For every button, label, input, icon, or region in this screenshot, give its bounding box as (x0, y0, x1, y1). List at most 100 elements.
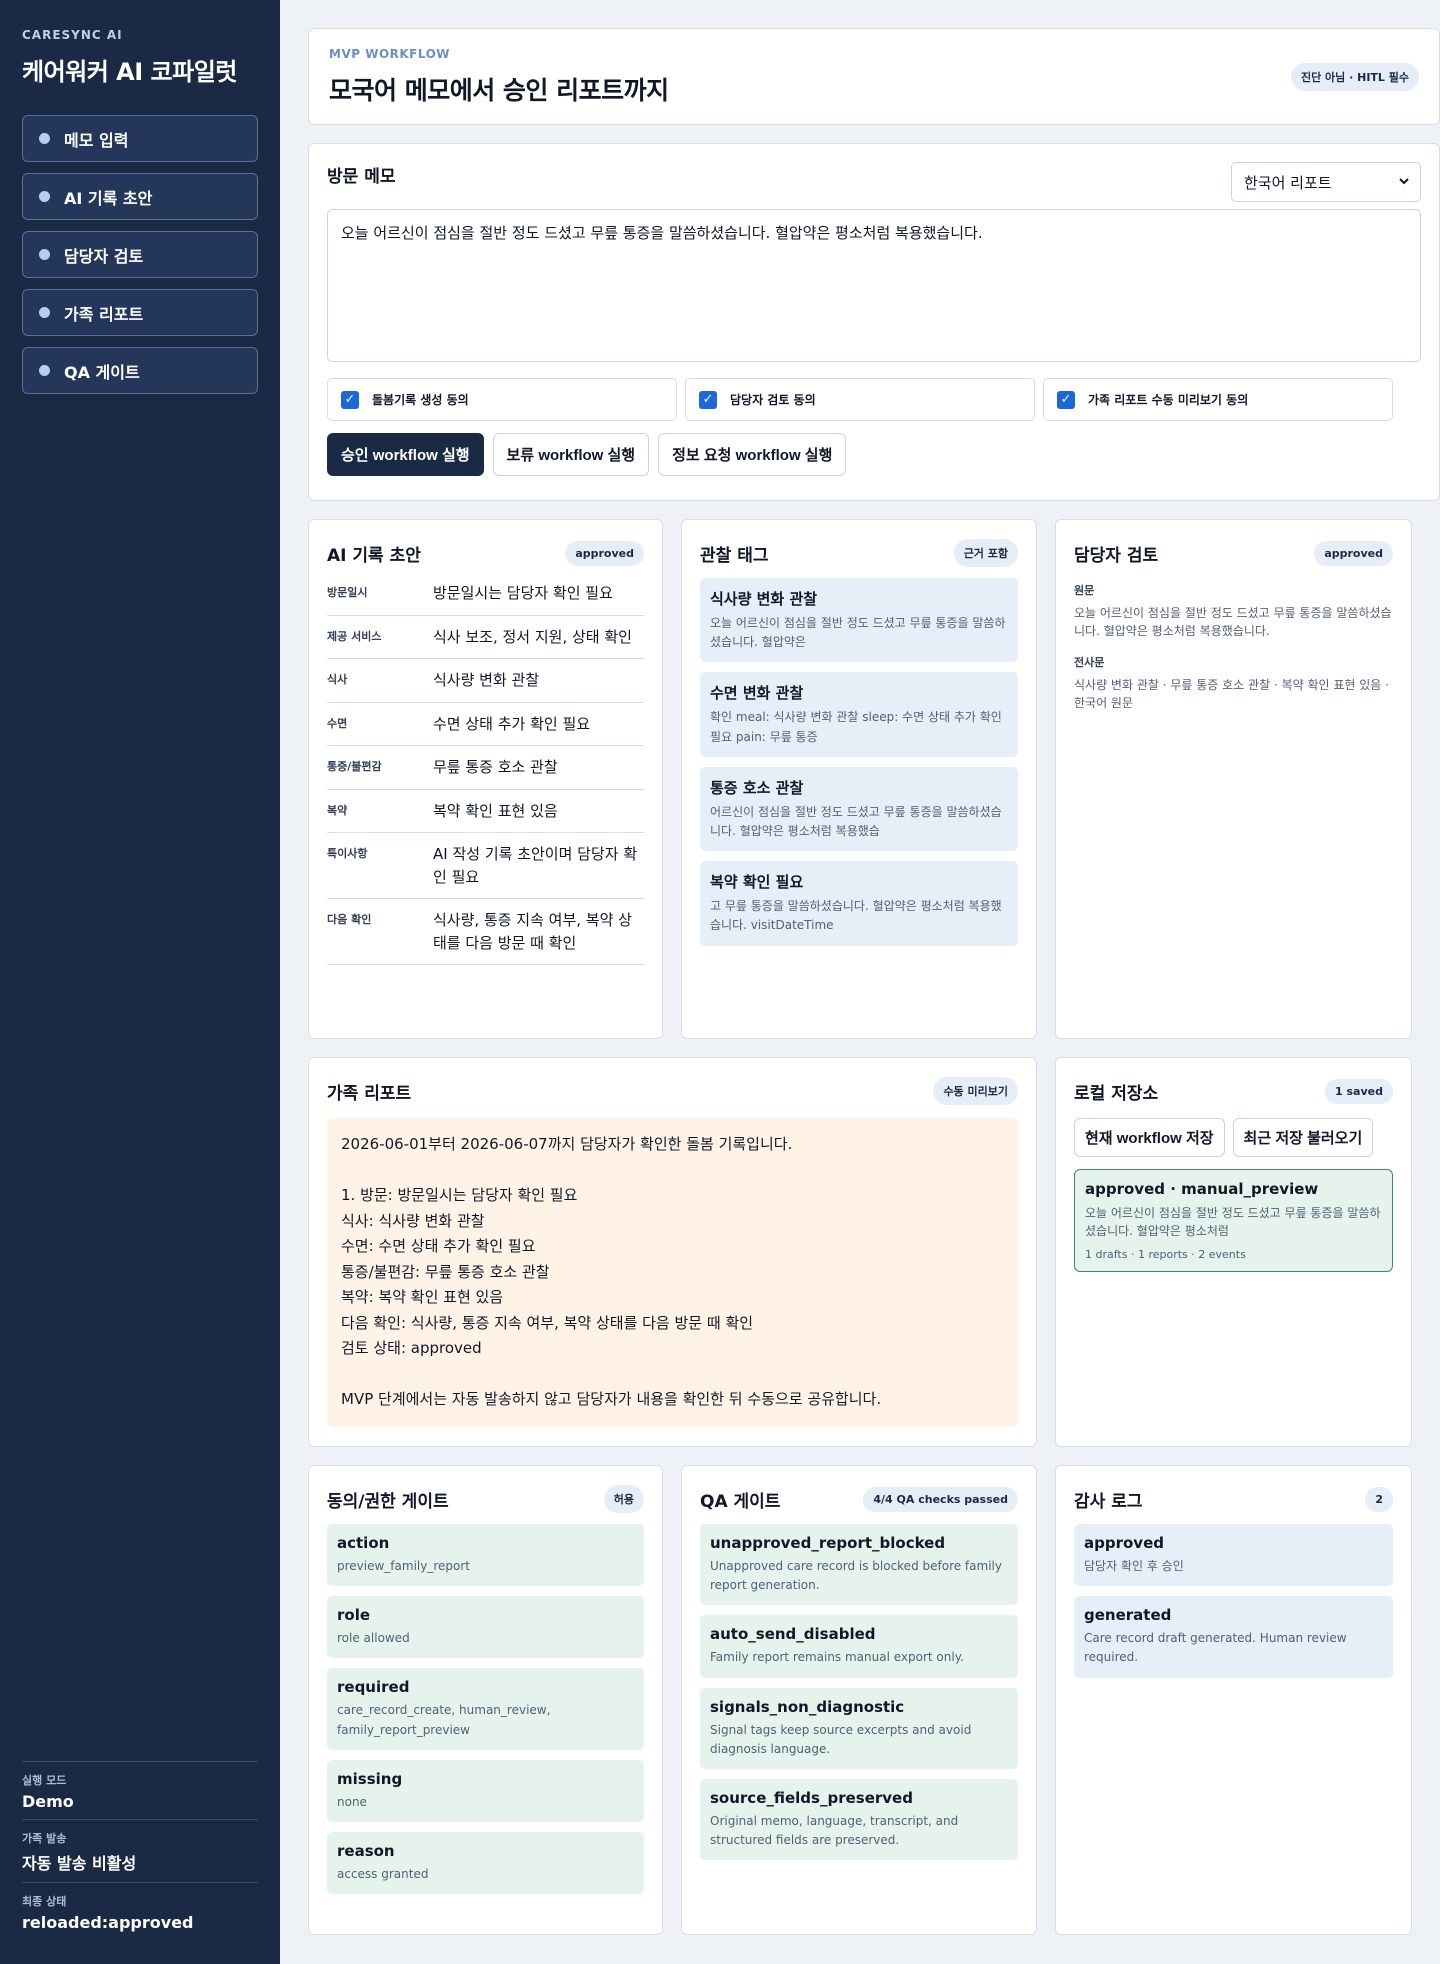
local-storage-card: 로컬 저장소 1 saved 현재 workflow 저장 최근 저장 불러오기… (1055, 1057, 1412, 1447)
draft-label: 방문일시 (327, 586, 368, 599)
gate-key: missing (337, 1769, 403, 1788)
nav-qa-gate[interactable]: QA 게이트 (22, 347, 258, 394)
gate-key: role (337, 1606, 371, 1625)
checkbox-checked-icon[interactable]: ✓ (341, 390, 359, 409)
run-hold-workflow-button[interactable]: 보류 workflow 실행 (492, 433, 650, 476)
load-recent-button[interactable]: 최근 저장 불러오기 (1232, 1118, 1374, 1157)
saved-workflow-item[interactable]: approved · manual_preview 오늘 어르신이 점심을 절반… (1074, 1169, 1393, 1272)
draft-fields: 방문일시 방문일시는 담당자 확인 필요 제공 서비스 식사 보조, 정서 지원, … (327, 572, 644, 965)
draft-row: 제공 서비스 식사 보조, 정서 지원, 상태 확인 (327, 616, 644, 659)
save-workflow-button[interactable]: 현재 workflow 저장 (1074, 1118, 1225, 1157)
nav-family-report[interactable]: 가족 리포트 (22, 289, 258, 336)
gate-key: action (337, 1534, 390, 1552)
stat-value: Demo (22, 1792, 74, 1811)
page-title: 모국어 메모에서 승인 리포트까지 (329, 76, 669, 105)
draft-value: 식사량, 통증 지속 여부, 복약 상태를 다음 방문 때 확인 (433, 911, 632, 952)
tags-badge: 근거 포함 (953, 539, 1018, 567)
draft-value: 무릎 통증 호소 관찰 (433, 758, 558, 776)
nav-label: AI 기록 초안 (64, 188, 153, 208)
checkbox-checked-icon[interactable]: ✓ (699, 390, 717, 409)
draft-row: 방문일시 방문일시는 담당자 확인 필요 (327, 572, 644, 616)
nav-label: 메모 입력 (64, 130, 129, 150)
qa-check-item: signals_non_diagnostic Signal tags keep s… (700, 1687, 1018, 1769)
brand-subtitle: CARESYNC AI (22, 28, 123, 42)
tag-excerpt: 확인 meal: 식사량 변화 관찰 sleep: 수면 상태 추가 확인 필요… (710, 710, 1002, 744)
tag-card: 통증 호소 관찰어르신이 점심을 절반 정도 드셨고 무릎 통증을 말씀하셨습니… (700, 766, 1018, 852)
qa-check-desc: Original memo, language, transcript, and… (710, 1813, 959, 1848)
chevron-down-icon (1398, 173, 1410, 191)
bullet-icon (39, 249, 50, 260)
qa-check-desc: Signal tags keep source excerpts and avo… (710, 1722, 972, 1756)
bullet-icon (39, 191, 50, 202)
draft-value: 식사량 변화 관찰 (433, 671, 540, 689)
report-language-select[interactable]: 한국어 리포트 (1231, 162, 1421, 202)
qa-check-item: source_fields_preserved Original memo, la… (700, 1778, 1018, 1861)
manager-review-card: 담당자 검토 approved 원문 오늘 어르신이 점심을 절반 정도 드셨고… (1055, 519, 1412, 1039)
qa-check-id: source_fields_preserved (710, 1788, 913, 1807)
consent-gate-badge: 허용 (603, 1485, 644, 1513)
workflow-buttons: 승인 workflow 실행 보류 workflow 실행 정보 요청 work… (327, 433, 1421, 476)
gate-value: none (337, 1794, 367, 1809)
tag-excerpt: 고 무릎 통증을 말씀하셨습니다. 혈압약은 평소처럼 복용했습니다. visi… (710, 899, 1002, 933)
draft-title: AI 기록 초안 (327, 545, 421, 566)
gate-item: role role allowed (327, 1596, 644, 1659)
family-report-card: 가족 리포트 수동 미리보기 2026-06-01부터 2026-06-07까지… (308, 1057, 1037, 1447)
audit-log-card: 감사 로그 2 approved 담당자 확인 후 승인 generated Car… (1055, 1465, 1412, 1935)
qa-gate-title: QA 게이트 (700, 1491, 781, 1512)
family-send-stat: 가족 발송 자동 발송 비활성 (22, 1819, 258, 1882)
visit-memo-card: 방문 메모 한국어 리포트 오늘 어르신이 점심을 절반 정도 드셨고 무릎 통… (308, 143, 1440, 501)
gate-key: required (337, 1678, 410, 1697)
draft-label: 식사 (327, 673, 348, 686)
event-desc: 담당자 확인 후 승인 (1084, 1559, 1184, 1573)
tag-excerpt: 어르신이 점심을 절반 정도 드셨고 무릎 통증을 말씀하셨습니다. 혈압약은 … (710, 804, 1002, 838)
nav-memo-input[interactable]: 메모 입력 (22, 115, 258, 162)
run-approve-workflow-button[interactable]: 승인 workflow 실행 (327, 433, 484, 476)
gate-value: preview_family_report (337, 1559, 470, 1573)
checkbox-checked-icon[interactable]: ✓ (1057, 390, 1075, 409)
brand-title: 케어워커 AI 코파일럿 (22, 58, 237, 86)
audit-count-badge: 2 (1365, 1486, 1393, 1512)
consent-family-preview[interactable]: ✓ 가족 리포트 수동 미리보기 동의 (1043, 378, 1393, 421)
row-draft-tags-review: AI 기록 초안 approved 방문일시 방문일시는 담당자 확인 필요 제공… (308, 519, 1440, 1039)
tag-title: 통증 호소 관찰 (710, 778, 804, 797)
review-title: 담당자 검토 (1074, 545, 1159, 566)
run-info-request-workflow-button[interactable]: 정보 요청 workflow 실행 (658, 433, 847, 476)
gate-value: care_record_create, human_review, family… (337, 1703, 551, 1737)
tag-title: 복약 확인 필요 (710, 873, 804, 892)
sidebar-status: 실행 모드 Demo 가족 발송 자동 발송 비활성 최종 상태 reloade… (22, 1761, 258, 1940)
stat-value: 자동 발송 비활성 (22, 1854, 137, 1873)
select-value: 한국어 리포트 (1244, 173, 1332, 192)
memo-textarea[interactable]: 오늘 어르신이 점심을 절반 정도 드셨고 무릎 통증을 말씀하셨습니다. 혈압… (327, 209, 1421, 362)
draft-value: 식사 보조, 정서 지원, 상태 확인 (433, 627, 632, 646)
gate-value: access granted (337, 1866, 429, 1881)
bullet-icon (39, 307, 50, 318)
nav-ai-draft[interactable]: AI 기록 초안 (22, 173, 258, 220)
draft-row: 복약 복약 확인 표현 있음 (327, 790, 644, 833)
gate-value: role allowed (337, 1631, 410, 1646)
qa-check-id: unapproved_report_blocked (710, 1534, 946, 1552)
consent-care-record[interactable]: ✓ 돌봄기록 생성 동의 (327, 378, 677, 421)
hitl-badge: 진단 아님 · HITL 필수 (1290, 63, 1419, 91)
nav-manager-review[interactable]: 담당자 검토 (22, 231, 258, 278)
tags-title: 관찰 태그 (700, 545, 769, 566)
consent-manager-review[interactable]: ✓ 담당자 검토 동의 (685, 378, 1035, 421)
draft-value: 방문일시는 담당자 확인 필요 (433, 584, 613, 602)
audit-title: 감사 로그 (1074, 1491, 1143, 1512)
tag-excerpt: 오늘 어르신이 점심을 절반 정도 드셨고 무릎 통증을 말씀하셨습니다. 혈압… (710, 616, 1006, 650)
qa-check-item: unapproved_report_blocked Unapproved care… (700, 1524, 1018, 1606)
stat-label: 실행 모드 (22, 1774, 67, 1787)
saved-meta: 1 drafts · 1 reports · 2 events (1085, 1248, 1246, 1261)
tag-card: 수면 변화 관찰 확인 meal: 식사량 변화 관찰 sleep: 수면 상태 … (700, 672, 1018, 757)
consent-label: 가족 리포트 수동 미리보기 동의 (1088, 393, 1249, 407)
saved-count-badge: 1 saved (1325, 1078, 1393, 1104)
gate-key: reason (337, 1841, 395, 1860)
event-desc: Care record draft generated. Human revie… (1084, 1631, 1347, 1665)
draft-row: 수면 수면 상태 추가 확인 필요 (327, 703, 644, 746)
draft-label: 수면 (327, 716, 348, 730)
storage-buttons: 현재 workflow 저장 최근 저장 불러오기 (1074, 1118, 1393, 1157)
final-state-stat: 최종 상태 reloaded:approved (22, 1882, 258, 1940)
consent-gate-card: 동의/권한 게이트 허용 action preview_family_report… (308, 1465, 663, 1935)
report-title: 가족 리포트 (327, 1083, 412, 1104)
stat-label: 최종 상태 (22, 1895, 67, 1908)
draft-label: 다음 확인 (327, 913, 372, 926)
